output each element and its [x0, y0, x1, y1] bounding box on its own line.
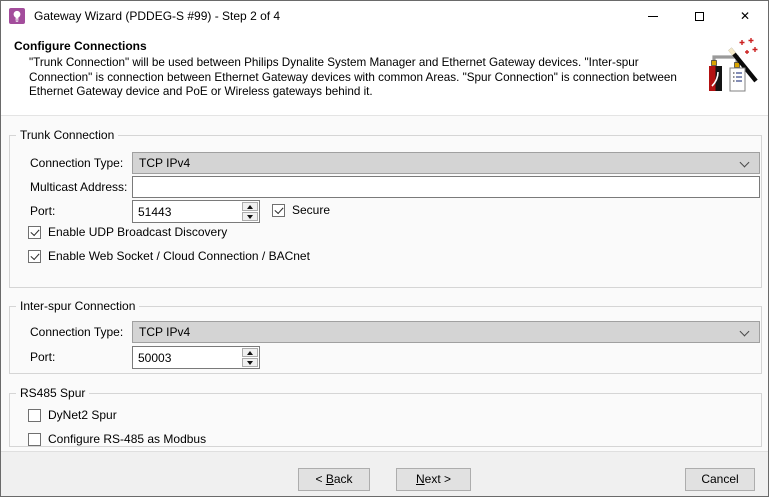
titlebar[interactable]: Gateway Wizard (PDDEG-S #99) - Step 2 of… — [1, 1, 768, 31]
dynet2-spur-label: DyNet2 Spur — [48, 408, 117, 422]
close-button[interactable]: ✕ — [722, 1, 768, 31]
minimize-icon — [648, 15, 658, 17]
spinner-up-button[interactable] — [242, 202, 258, 211]
rs485-spur-legend: RS485 Spur — [16, 386, 90, 401]
window-title: Gateway Wizard (PDDEG-S #99) - Step 2 of… — [34, 9, 281, 23]
trunk-connection-legend: Trunk Connection — [16, 128, 119, 143]
trunk-multicast-label: Multicast Address: — [30, 180, 128, 194]
chevron-down-icon — [739, 157, 750, 168]
spinner-up-button[interactable] — [242, 348, 258, 357]
dynet2-spur-checkbox[interactable]: DyNet2 Spur — [28, 408, 117, 422]
trunk-port-input[interactable] — [132, 200, 260, 223]
close-icon: ✕ — [739, 9, 751, 23]
triangle-down-icon — [247, 360, 253, 365]
page-title: Configure Connections — [14, 39, 147, 53]
window-controls: ✕ — [630, 1, 768, 31]
interspur-connection-type-label: Connection Type: — [30, 325, 124, 339]
page-description: "Trunk Connection" will be used between … — [29, 56, 677, 98]
maximize-button[interactable] — [676, 1, 722, 31]
gateway-wizard-window: Gateway Wizard (PDDEG-S #99) - Step 2 of… — [0, 0, 769, 497]
enable-udp-discovery-checkbox-box[interactable] — [28, 225, 41, 239]
secure-checkbox-box[interactable] — [272, 203, 285, 217]
interspur-port-spinner — [242, 348, 258, 367]
secure-checkbox[interactable]: Secure — [272, 203, 330, 217]
wizard-footer: < Back Next > Cancel — [1, 451, 768, 496]
rs485-modbus-checkbox[interactable]: Configure RS-485 as Modbus — [28, 432, 206, 446]
trunk-connection-type-label: Connection Type: — [30, 156, 124, 170]
enable-udp-discovery-checkbox[interactable]: Enable UDP Broadcast Discovery — [28, 225, 227, 239]
secure-checkbox-label: Secure — [292, 203, 331, 217]
lightbulb-icon — [9, 8, 25, 24]
triangle-up-icon — [247, 204, 253, 209]
rs485-modbus-checkbox-box[interactable] — [28, 432, 41, 446]
rs485-modbus-label: Configure RS-485 as Modbus — [48, 432, 207, 446]
enable-websocket-checkbox[interactable]: Enable Web Socket / Cloud Connection / B… — [28, 249, 310, 263]
enable-udp-discovery-label: Enable UDP Broadcast Discovery — [48, 225, 228, 239]
inter-spur-connection-legend: Inter-spur Connection — [16, 299, 140, 314]
trunk-port-label: Port: — [30, 204, 56, 218]
minimize-button[interactable] — [630, 1, 676, 31]
interspur-connection-type-value: TCP IPv4 — [139, 325, 191, 339]
dynet2-spur-checkbox-box[interactable] — [28, 408, 41, 422]
rs485-spur-group: RS485 Spur DyNet2 Spur Configure RS-485 … — [9, 386, 762, 447]
trunk-multicast-input[interactable] — [132, 176, 760, 198]
interspur-port-stepper — [132, 346, 260, 369]
back-button[interactable]: < Back — [298, 468, 370, 491]
interspur-connection-type-select[interactable]: TCP IPv4 — [132, 321, 760, 343]
interspur-port-label: Port: — [30, 350, 56, 364]
trunk-port-spinner — [242, 202, 258, 221]
enable-websocket-checkbox-box[interactable] — [28, 249, 41, 263]
enable-websocket-label: Enable Web Socket / Cloud Connection / B… — [48, 249, 310, 263]
maximize-icon — [694, 11, 704, 21]
triangle-down-icon — [247, 214, 253, 219]
next-button[interactable]: Next > — [396, 468, 471, 491]
spinner-down-button[interactable] — [242, 212, 258, 221]
trunk-connection-group: Trunk Connection Connection Type: TCP IP… — [9, 128, 762, 288]
inter-spur-connection-group: Inter-spur Connection Connection Type: T… — [9, 299, 762, 374]
chevron-down-icon — [739, 326, 750, 337]
magic-wand-devices-icon — [706, 36, 758, 96]
interspur-port-input[interactable] — [132, 346, 260, 369]
trunk-connection-type-value: TCP IPv4 — [139, 156, 191, 170]
wizard-header: Configure Connections "Trunk Connection"… — [1, 31, 768, 116]
triangle-up-icon — [247, 350, 253, 355]
cancel-button[interactable]: Cancel — [685, 468, 755, 491]
wizard-body: Trunk Connection Connection Type: TCP IP… — [1, 116, 768, 451]
trunk-port-stepper — [132, 200, 260, 223]
trunk-connection-type-select[interactable]: TCP IPv4 — [132, 152, 760, 174]
spinner-down-button[interactable] — [242, 358, 258, 367]
